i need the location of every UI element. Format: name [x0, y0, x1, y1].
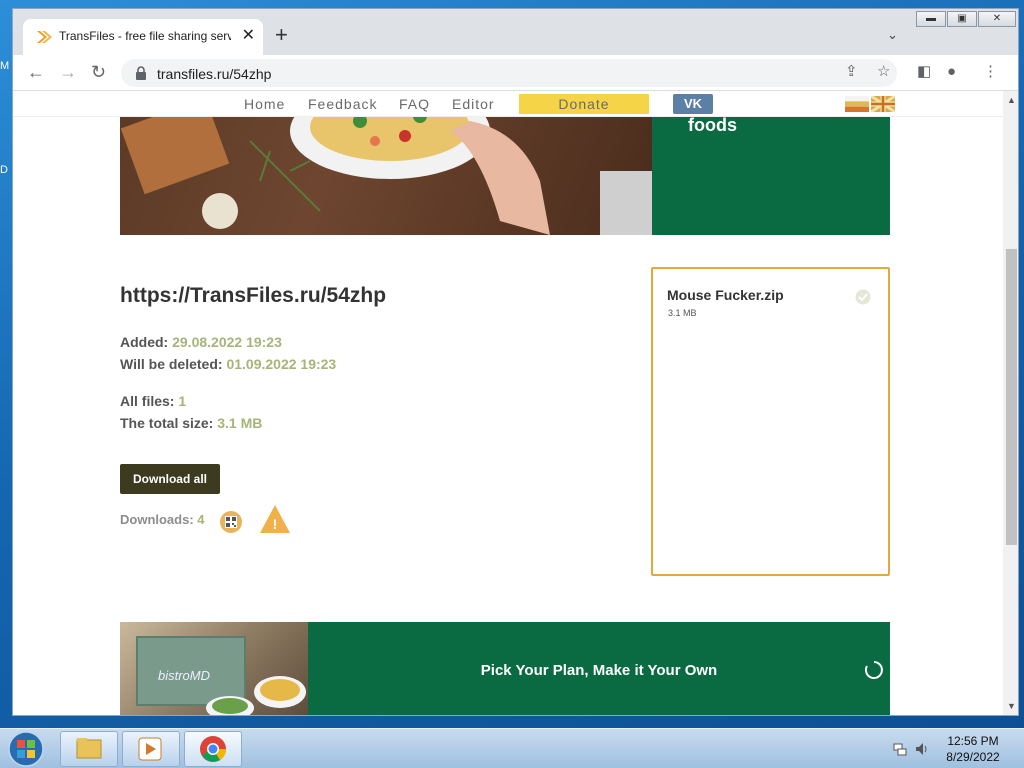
- file-name[interactable]: Mouse Fucker.zip: [667, 287, 784, 303]
- tab-strip: TransFiles - free file sharing servi ✕ +…: [13, 9, 1018, 55]
- browser-window: TransFiles - free file sharing servi ✕ +…: [12, 8, 1019, 716]
- download-all-button[interactable]: Download all: [120, 464, 220, 494]
- nav-editor[interactable]: Editor: [452, 96, 495, 112]
- taskbar: 12:56 PM 8/29/2022: [0, 728, 1024, 768]
- nav-feedback[interactable]: Feedback: [308, 96, 377, 112]
- downloads-label: Downloads:: [120, 512, 198, 527]
- total-size-value: 3.1 MB: [217, 415, 263, 431]
- taskbar-explorer[interactable]: [60, 731, 118, 767]
- share-icon[interactable]: ⇪: [845, 64, 858, 80]
- downloads-count: Downloads: 4: [120, 512, 205, 527]
- forward-icon[interactable]: →: [59, 61, 77, 83]
- added-value: 29.08.2022 19:23: [172, 334, 282, 350]
- tab-transfiles[interactable]: TransFiles - free file sharing servi ✕: [23, 19, 263, 55]
- file-size: 3.1 MB: [668, 308, 697, 318]
- flag-ru-icon[interactable]: [845, 96, 869, 112]
- all-files-value: 1: [178, 393, 187, 409]
- star-icon[interactable]: ☆: [877, 64, 890, 80]
- warning-icon[interactable]: !: [259, 504, 291, 534]
- ad-banner-text: foods: [688, 115, 737, 135]
- nav-home[interactable]: Home: [244, 96, 285, 112]
- downloads-value: 4: [197, 512, 205, 527]
- all-files-label: All files:: [120, 393, 179, 409]
- loading-icon: [864, 661, 883, 679]
- share-link-title[interactable]: https://TransFiles.ru/54zhp: [120, 284, 386, 308]
- ad-banner-bottom[interactable]: bistroMD Pick Your Plan, Make it Your Ow…: [120, 622, 890, 715]
- meal-plates: [206, 676, 306, 715]
- site-nav: Home Feedback FAQ Editor Donate VK: [13, 91, 1003, 117]
- added-label: Added:: [120, 334, 173, 350]
- menu-icon[interactable]: ⋮: [983, 64, 998, 80]
- qr-icon[interactable]: [220, 511, 242, 533]
- taskbar-chrome[interactable]: [184, 731, 242, 767]
- check-icon[interactable]: [855, 289, 871, 305]
- desktop-edge-label: M: [0, 60, 10, 72]
- donate-button[interactable]: Donate: [519, 94, 649, 114]
- back-icon[interactable]: ←: [27, 61, 45, 83]
- url-text: transfiles.ru/54zhp: [157, 66, 272, 82]
- chrome-icon: [200, 736, 227, 762]
- media-player-icon: [138, 737, 162, 761]
- total-size-line: The total size: 3.1 MB: [120, 415, 262, 431]
- file-card[interactable]: Mouse Fucker.zip 3.1 MB: [651, 267, 890, 576]
- tab-title: TransFiles - free file sharing servi: [59, 29, 231, 43]
- clock[interactable]: 12:56 PM 8/29/2022: [928, 733, 1018, 765]
- deleted-line: Will be deleted: 01.09.2022 19:23: [120, 356, 336, 372]
- total-size-label: The total size:: [120, 415, 218, 431]
- reload-icon[interactable]: ↻: [91, 61, 106, 83]
- tab-search-icon[interactable]: ⌄: [887, 27, 898, 43]
- vk-button[interactable]: VK: [673, 94, 713, 114]
- start-button[interactable]: [6, 730, 46, 768]
- scroll-down-icon[interactable]: ▼: [1007, 701, 1016, 711]
- all-files-line: All files: 1: [120, 393, 186, 409]
- profile-icon[interactable]: ●: [947, 64, 956, 80]
- maximize-button[interactable]: ▣: [947, 11, 977, 27]
- folder-icon: [76, 738, 102, 759]
- desktop-edge-label: D: [0, 164, 8, 176]
- sidepanel-icon[interactable]: ◧: [917, 64, 931, 80]
- scroll-up-icon[interactable]: ▲: [1007, 95, 1016, 105]
- minimize-button[interactable]: ▬: [916, 11, 946, 27]
- new-tab-button[interactable]: +: [275, 24, 288, 46]
- scroll-thumb[interactable]: [1006, 249, 1017, 545]
- taskbar-media-player[interactable]: [122, 731, 180, 767]
- added-line: Added: 29.08.2022 19:23: [120, 334, 282, 350]
- ad-banner-text: Pick Your Plan, Make it Your Own: [480, 662, 718, 679]
- browser-toolbar: ← → ↻ transfiles.ru/54zhp ⇪ ☆ ◧ ● ⋮: [13, 55, 1018, 91]
- lock-icon: [136, 66, 146, 80]
- address-bar[interactable]: transfiles.ru/54zhp: [121, 59, 897, 87]
- clock-date: 8/29/2022: [946, 750, 1000, 764]
- page-viewport: Home Feedback FAQ Editor Donate VK foods…: [13, 91, 1003, 715]
- nav-faq[interactable]: FAQ: [399, 96, 430, 112]
- close-tab-icon[interactable]: ✕: [242, 27, 255, 45]
- meal-box-photo: bistroMD: [120, 622, 308, 715]
- page-scrollbar[interactable]: ▲ ▼: [1003, 91, 1018, 715]
- deleted-label: Will be deleted:: [120, 356, 227, 372]
- ad-banner-green: Pick Your Plan, Make it Your Own: [308, 622, 890, 715]
- close-window-button[interactable]: ✕: [978, 11, 1016, 27]
- svg-text:!: !: [273, 516, 278, 532]
- network-icon[interactable]: [892, 741, 908, 757]
- favicon-icon: [37, 31, 52, 43]
- deleted-value: 01.09.2022 19:23: [226, 356, 337, 372]
- clock-time: 12:56 PM: [947, 734, 999, 748]
- flag-uk-icon[interactable]: [871, 96, 895, 112]
